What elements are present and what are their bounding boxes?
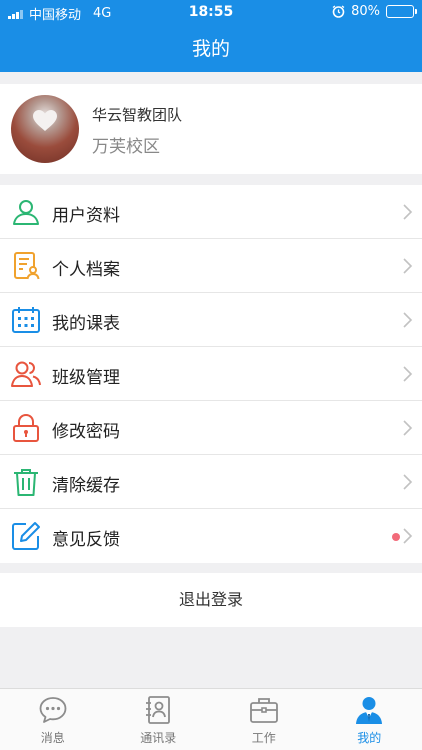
profile-card[interactable]: 华云智教团队 万芙校区 <box>0 84 422 174</box>
chevron-right-icon <box>403 258 413 274</box>
user-profile-icon <box>13 200 39 225</box>
menu-item-user-profile[interactable]: 用户资料 <box>0 185 422 239</box>
tab-label: 消息 <box>40 731 65 745</box>
menu-item-label: 意见反馈 <box>52 530 120 550</box>
chevron-right-icon <box>403 474 413 490</box>
menu-item-schedule[interactable]: 我的课表 <box>0 293 422 347</box>
group-users-icon <box>11 361 41 387</box>
menu-item-label: 用户资料 <box>52 206 120 226</box>
menu-item-label: 修改密码 <box>52 422 120 442</box>
notification-dot <box>392 533 400 541</box>
battery-percent: 80% <box>351 4 380 19</box>
edit-feedback-icon <box>12 522 40 550</box>
menu-item-class-management[interactable]: 班级管理 <box>0 347 422 401</box>
chevron-right-icon <box>403 420 413 436</box>
menu-item-feedback[interactable]: 意见反馈 <box>0 509 422 563</box>
chevron-right-icon <box>403 528 413 544</box>
profile-name: 华云智教团队 <box>92 106 183 124</box>
chat-bubble-icon <box>39 697 67 723</box>
trash-icon <box>14 469 38 496</box>
avatar[interactable] <box>11 95 79 163</box>
tab-contacts[interactable]: 通讯录 <box>106 689 212 750</box>
logout-button[interactable]: 退出登录 <box>0 573 422 627</box>
profile-campus: 万芙校区 <box>92 137 160 157</box>
chevron-right-icon <box>403 366 413 382</box>
menu-item-label: 班级管理 <box>52 368 120 388</box>
tab-label: 工作 <box>251 731 276 745</box>
menu-item-personal-file[interactable]: 个人档案 <box>0 239 422 293</box>
status-bar: 中国移动 4G 18:55 80% <box>0 0 422 24</box>
tab-work[interactable]: 工作 <box>211 689 317 750</box>
settings-menu: 用户资料 个人档案 我的课表 班级管理 修改密码 清除缓存 意见反馈 <box>0 185 422 563</box>
personal-file-icon <box>14 252 40 280</box>
tab-me[interactable]: 我的 <box>317 689 422 750</box>
lock-icon <box>13 413 39 442</box>
chevron-right-icon <box>403 312 413 328</box>
app-header: 中国移动 4G 18:55 80% 我的 <box>0 0 422 72</box>
heart-icon <box>33 110 57 131</box>
bottom-tab-bar: 消息 通讯录 工作 我的 <box>0 688 422 750</box>
tab-label: 我的 <box>357 731 382 745</box>
contacts-icon <box>146 696 171 724</box>
calendar-icon <box>12 307 40 333</box>
tab-label: 通讯录 <box>140 731 177 745</box>
battery-icon <box>386 5 417 18</box>
tab-messages[interactable]: 消息 <box>0 689 106 750</box>
briefcase-icon <box>249 698 278 723</box>
menu-item-change-password[interactable]: 修改密码 <box>0 401 422 455</box>
menu-item-clear-cache[interactable]: 清除缓存 <box>0 455 422 509</box>
alarm-clock-icon <box>332 5 345 18</box>
person-icon <box>356 697 383 724</box>
menu-item-label: 我的课表 <box>52 314 120 334</box>
menu-item-label: 清除缓存 <box>52 476 120 496</box>
menu-item-label: 个人档案 <box>52 260 120 280</box>
page-title: 我的 <box>191 38 230 60</box>
chevron-right-icon <box>403 204 413 220</box>
